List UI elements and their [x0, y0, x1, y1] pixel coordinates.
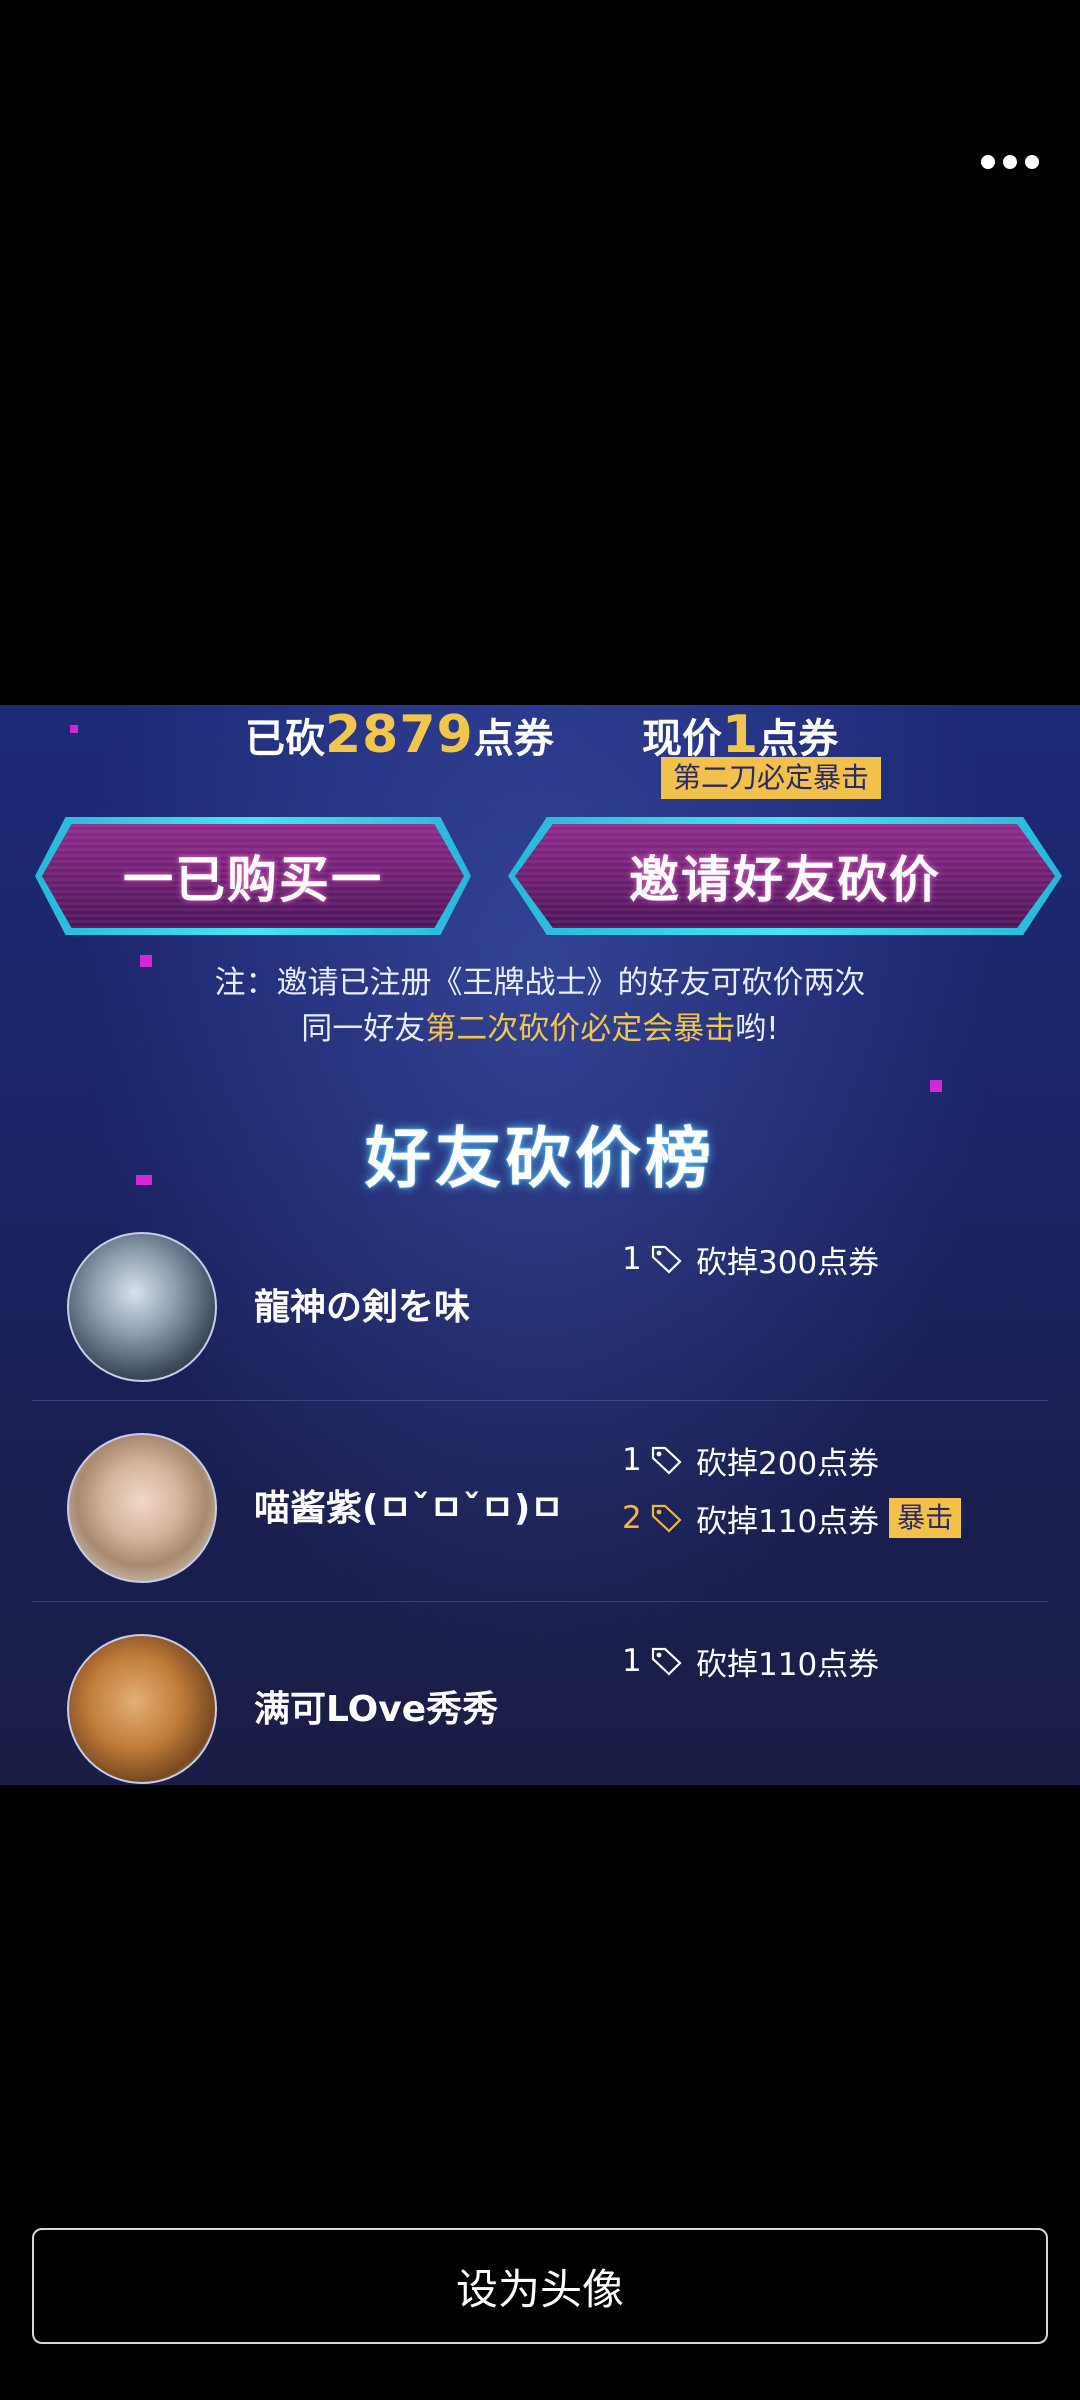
note-line-2-suffix: 哟!	[735, 1011, 779, 1047]
cut-prefix: 已砍	[245, 716, 325, 762]
cut-amount-text: 已砍2879点券	[245, 705, 554, 765]
cut-record: 1 砍掉200点券	[622, 1431, 961, 1489]
cut-record: 1 砍掉110点券	[622, 1632, 879, 1690]
set-as-avatar-button[interactable]: 设为头像	[32, 2228, 1048, 2344]
invite-friends-button[interactable]: 邀请好友砍价	[508, 817, 1062, 935]
note-line-2-highlight: 第二次砍价必定会暴击	[425, 1011, 736, 1047]
more-options-button[interactable]	[970, 140, 1050, 184]
invite-button-face: 邀请好友砍价	[515, 824, 1055, 928]
friend-ranking-list: 龍神の剣を味 1 砍掉300点券 喵酱紫(ㅁˇㅁˇㅁ)ㅁ 1 砍掉200点券 2…	[32, 1200, 1048, 1785]
bought-button-face: 一已购买一	[42, 824, 464, 928]
list-item: 满可LOve秀秀 1 砍掉110点券	[32, 1602, 1048, 1785]
cut-index: 1	[622, 1643, 642, 1679]
note-line-2: 同一好友第二次砍价必定会暴击哟!	[0, 1006, 1080, 1052]
price-summary: 已砍2879点券 现价1点券 第二刀必定暴击	[0, 705, 1080, 799]
coupon-tag-icon	[650, 1244, 684, 1274]
more-dot	[1025, 155, 1039, 169]
bargain-note: 注：邀请已注册《王牌战士》的好友可砍价两次 同一好友第二次砍价必定会暴击哟!	[0, 960, 1080, 1052]
cut-records: 1 砍掉200点券 2 砍掉110点券 暴击	[622, 1431, 962, 1547]
friend-name: 喵酱紫(ㅁˇㅁˇㅁ)ㅁ	[254, 1488, 564, 1529]
more-dots-icon	[981, 155, 995, 169]
cut-text: 砍掉110点券	[696, 1646, 880, 1683]
friend-bargain-ranking-title: 好友砍价榜	[365, 1120, 715, 1197]
friend-name: 龍神の剣を味	[254, 1287, 471, 1328]
coupon-tag-icon	[650, 1646, 684, 1676]
avatar	[67, 1433, 217, 1583]
cut-record-crit: 2 砍掉110点券 暴击	[622, 1489, 962, 1547]
now-prefix: 现价	[642, 716, 722, 762]
avatar	[67, 1232, 217, 1382]
shared-image[interactable]: 已砍2879点券 现价1点券 第二刀必定暴击 一已购买一 邀请好友砍价 注：邀请…	[0, 705, 1080, 1785]
note-line-2-prefix: 同一好友	[301, 1011, 426, 1047]
now-unit: 点券	[758, 716, 839, 762]
now-amount: 1	[722, 705, 759, 765]
image-viewer-screen: 已砍2879点券 现价1点券 第二刀必定暴击 一已购买一 邀请好友砍价 注：邀请…	[0, 0, 1080, 2400]
friend-name: 满可LOve秀秀	[254, 1689, 499, 1730]
cut-amount: 2879	[325, 705, 474, 765]
cut-records: 1 砍掉110点券	[622, 1632, 879, 1690]
sparkle-decoration	[930, 1080, 942, 1092]
more-dot	[1003, 155, 1017, 169]
bought-button[interactable]: 一已购买一	[35, 817, 471, 935]
crit-badge: 暴击	[889, 1498, 962, 1538]
cut-text: 砍掉110点券	[696, 1503, 880, 1540]
bought-label: 一已购买一	[123, 851, 383, 909]
cut-records: 1 砍掉300点券	[622, 1230, 879, 1288]
cut-index: 1	[622, 1241, 642, 1277]
cut-record: 1 砍掉300点券	[622, 1230, 879, 1288]
avatar	[67, 1634, 217, 1784]
list-item: 龍神の剣を味 1 砍掉300点券	[32, 1200, 1048, 1401]
note-line-1: 注：邀请已注册《王牌战士》的好友可砍价两次	[214, 965, 866, 1001]
current-price-text: 现价1点券	[642, 705, 838, 765]
list-item: 喵酱紫(ㅁˇㅁˇㅁ)ㅁ 1 砍掉200点券 2 砍掉110点券 暴击	[32, 1401, 1048, 1602]
coupon-tag-icon	[650, 1445, 684, 1475]
second-cut-crit-tag: 第二刀必定暴击	[661, 757, 882, 799]
cut-unit: 点券	[473, 716, 554, 762]
cut-index: 1	[622, 1442, 642, 1478]
cut-text: 砍掉200点券	[696, 1445, 880, 1482]
cut-index: 2	[622, 1500, 642, 1536]
coupon-tag-icon	[650, 1503, 684, 1533]
invite-label: 邀请好友砍价	[629, 851, 941, 909]
cut-text: 砍掉300点券	[696, 1244, 880, 1281]
